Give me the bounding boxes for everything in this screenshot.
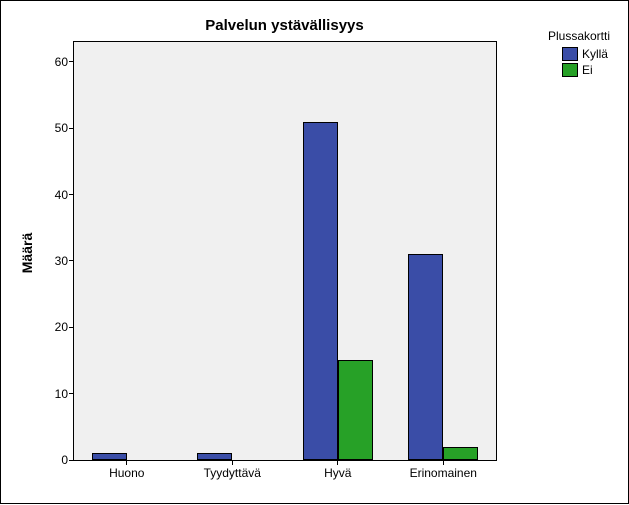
legend: Plussakortti Kyllä Ei xyxy=(548,29,610,79)
xtick-mark xyxy=(443,460,444,465)
bar-ei-3 xyxy=(443,447,478,460)
y-axis-label-container: Määrä xyxy=(17,1,37,505)
ytick-label: 40 xyxy=(55,188,68,202)
y-axis-label: Määrä xyxy=(19,233,35,273)
xtick-mark xyxy=(126,460,127,465)
ytick-mark xyxy=(69,194,74,195)
ytick-label: 60 xyxy=(55,55,68,69)
legend-label-1: Ei xyxy=(582,63,593,77)
bar-kyllä-1 xyxy=(197,453,232,460)
plot-area: 0102030405060HuonoTyydyttäväHyväErinomai… xyxy=(73,41,497,461)
bar-ei-2 xyxy=(338,360,373,460)
bar-kyllä-3 xyxy=(408,254,443,460)
chart-title: Palvelun ystävällisyys xyxy=(61,17,508,34)
xtick-label: Erinomainen xyxy=(410,466,477,480)
xtick-label: Tyydyttävä xyxy=(204,466,261,480)
legend-swatch-0 xyxy=(562,47,578,61)
bar-kyllä-0 xyxy=(92,453,127,460)
legend-item-1: Ei xyxy=(562,63,610,77)
legend-item-0: Kyllä xyxy=(562,47,610,61)
ytick-mark xyxy=(69,61,74,62)
ytick-mark xyxy=(69,393,74,394)
xtick-label: Huono xyxy=(109,466,144,480)
ytick-label: 0 xyxy=(61,453,68,467)
ytick-label: 20 xyxy=(55,320,68,334)
legend-title: Plussakortti xyxy=(548,29,610,43)
ytick-mark xyxy=(69,260,74,261)
bar-kyllä-2 xyxy=(303,122,338,460)
xtick-mark xyxy=(232,460,233,465)
ytick-mark xyxy=(69,460,74,461)
xtick-label: Hyvä xyxy=(324,466,351,480)
chart-frame: Palvelun ystävällisyys Määrä Plussakortt… xyxy=(0,0,629,504)
ytick-label: 50 xyxy=(55,121,68,135)
xtick-mark xyxy=(337,460,338,465)
legend-label-0: Kyllä xyxy=(582,47,608,61)
ytick-label: 30 xyxy=(55,254,68,268)
ytick-label: 10 xyxy=(55,387,68,401)
ytick-mark xyxy=(69,128,74,129)
ytick-mark xyxy=(69,327,74,328)
legend-swatch-1 xyxy=(562,63,578,77)
